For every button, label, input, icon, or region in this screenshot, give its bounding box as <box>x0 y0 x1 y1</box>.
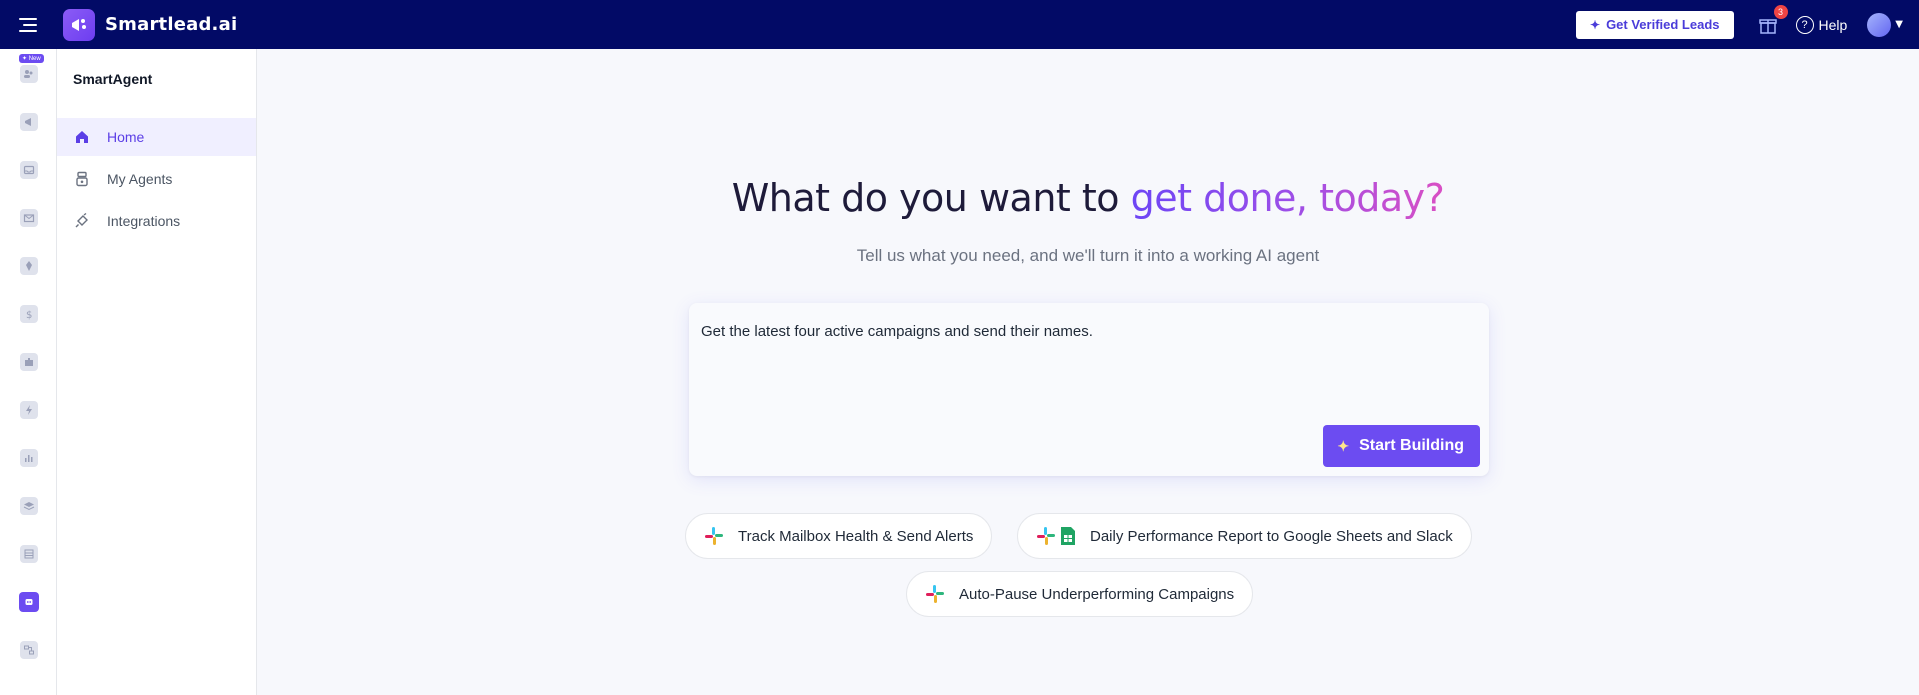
slack-icon <box>1037 527 1055 545</box>
suggestion-chip-mailbox-health[interactable]: Track Mailbox Health & Send Alerts <box>685 513 993 559</box>
get-verified-leads-button[interactable]: ✦ Get Verified Leads <box>1576 10 1734 39</box>
sparkle-icon: ✦ <box>1337 437 1350 454</box>
layers-icon[interactable] <box>20 497 38 515</box>
inbox-icon[interactable] <box>20 161 38 179</box>
avatar <box>1867 12 1892 37</box>
page-subtitle: Tell us what you need, and we'll turn it… <box>856 246 1320 265</box>
new-badge: ✦ New <box>19 54 44 63</box>
sidebar-item-label: My Agents <box>107 171 173 187</box>
sidebar-title: SmartAgent <box>73 71 153 87</box>
user-menu[interactable]: ▼ <box>1867 12 1903 37</box>
sidebar-item-home[interactable]: Home <box>57 118 256 156</box>
table-icon[interactable] <box>20 545 38 563</box>
get-verified-leads-label: Get Verified Leads <box>1606 17 1720 32</box>
suggestion-label: Track Mailbox Health & Send Alerts <box>738 527 974 545</box>
suggestion-label: Daily Performance Report to Google Sheet… <box>1090 527 1453 545</box>
billing-icon[interactable]: $ <box>20 305 38 323</box>
home-icon <box>73 128 91 146</box>
notification-badge: 3 <box>1773 4 1788 19</box>
sidebar-item-label: Home <box>107 129 145 145</box>
analytics-icon[interactable] <box>20 449 38 467</box>
smartlead-logo-icon[interactable] <box>63 8 95 41</box>
prompt-input[interactable]: Get the latest four active campaigns and… <box>689 303 1489 476</box>
start-building-label: Start Building <box>1359 437 1464 454</box>
email-accounts-icon[interactable] <box>20 209 38 227</box>
leads-icon[interactable] <box>20 65 38 83</box>
help-button[interactable]: ? Help <box>1795 15 1848 34</box>
gift-icon <box>1758 18 1777 34</box>
campaigns-icon[interactable] <box>20 113 38 131</box>
icon-rail: ✦ New $ <box>0 49 57 695</box>
suggestion-chip-daily-report[interactable]: Daily Performance Report to Google Sheet… <box>1017 513 1472 559</box>
sidebar-item-integrations[interactable]: Integrations <box>57 202 256 240</box>
slack-icon <box>926 585 944 603</box>
headline-plain: What do you want to <box>731 176 1131 220</box>
help-icon: ? <box>1795 15 1814 34</box>
warmup-icon[interactable] <box>20 257 38 275</box>
smartagent-robot-icon[interactable] <box>19 592 39 612</box>
plug-icon <box>73 212 91 230</box>
top-bar: Smartlead.ai ✦ Get Verified Leads 3 ? He… <box>0 0 1919 49</box>
gift-button[interactable]: 3 <box>1756 4 1788 37</box>
automation-bolt-icon[interactable] <box>20 401 38 419</box>
svg-text:$: $ <box>26 310 32 320</box>
prompt-input-value[interactable]: Get the latest four active campaigns and… <box>701 323 1093 340</box>
sparkle-icon: ✦ <box>1590 17 1601 32</box>
suggestion-chip-auto-pause[interactable]: Auto-Pause Underperforming Campaigns <box>906 571 1254 617</box>
integrations-puzzle-icon[interactable] <box>20 353 38 371</box>
help-label: Help <box>1818 16 1848 33</box>
smartagent-sidebar: SmartAgent Home My Agents Integrations <box>57 49 257 695</box>
google-sheets-icon <box>1061 527 1075 545</box>
agent-icon <box>73 170 91 188</box>
start-building-button[interactable]: ✦ Start Building <box>1323 425 1480 467</box>
headline-highlight: get done, today? <box>1130 176 1445 220</box>
suggestion-label: Auto-Pause Underperforming Campaigns <box>959 585 1235 603</box>
workflow-icon[interactable] <box>20 641 38 659</box>
slack-icon <box>705 527 723 545</box>
sidebar-item-label: Integrations <box>107 213 181 229</box>
chevron-down-icon: ▼ <box>1895 19 1903 30</box>
sidebar-item-my-agents[interactable]: My Agents <box>57 160 256 198</box>
menu-icon[interactable] <box>19 16 41 34</box>
brand-name[interactable]: Smartlead.ai <box>105 14 237 35</box>
page-title: What do you want to get done, today? <box>257 176 1919 220</box>
